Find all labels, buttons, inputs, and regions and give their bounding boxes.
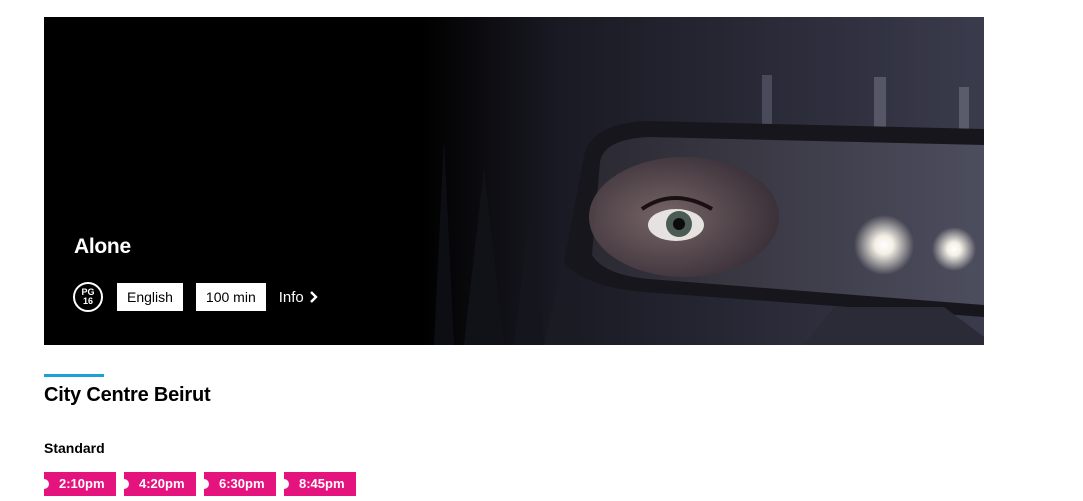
rating-badge-line2: 16 bbox=[82, 296, 93, 306]
chevron-right-icon bbox=[309, 291, 318, 303]
cinema-accent-line bbox=[44, 374, 104, 377]
movie-hero-banner: Alone PG 16 English 100 min Info bbox=[44, 17, 984, 345]
format-label: Standard bbox=[44, 440, 105, 456]
showtime-label: 4:20pm bbox=[139, 476, 185, 491]
showtime-label: 8:45pm bbox=[299, 476, 345, 491]
showtime-button[interactable]: 6:30pm bbox=[199, 472, 276, 496]
ticket-notch bbox=[39, 479, 49, 489]
movie-title: Alone bbox=[74, 235, 131, 258]
cinema-name: City Centre Beirut bbox=[44, 384, 211, 406]
duration-chip: 100 min bbox=[195, 283, 266, 311]
info-link[interactable]: Info bbox=[279, 289, 318, 306]
ticket-notch bbox=[119, 479, 129, 489]
showtime-button[interactable]: 2:10pm bbox=[39, 472, 116, 496]
showtime-button[interactable]: 8:45pm bbox=[279, 472, 356, 496]
ticket-notch bbox=[199, 479, 209, 489]
movie-meta-row: PG 16 English 100 min Info bbox=[73, 281, 318, 313]
ticket-notch bbox=[279, 479, 289, 489]
showtime-label: 2:10pm bbox=[59, 476, 105, 491]
language-chip: English bbox=[117, 283, 183, 311]
showtimes-list: 2:10pm 4:20pm 6:30pm 8:45pm bbox=[39, 472, 364, 496]
showtime-label: 6:30pm bbox=[219, 476, 265, 491]
rating-badge-icon: PG 16 bbox=[73, 282, 103, 312]
showtime-button[interactable]: 4:20pm bbox=[119, 472, 196, 496]
info-link-label: Info bbox=[278, 288, 304, 306]
